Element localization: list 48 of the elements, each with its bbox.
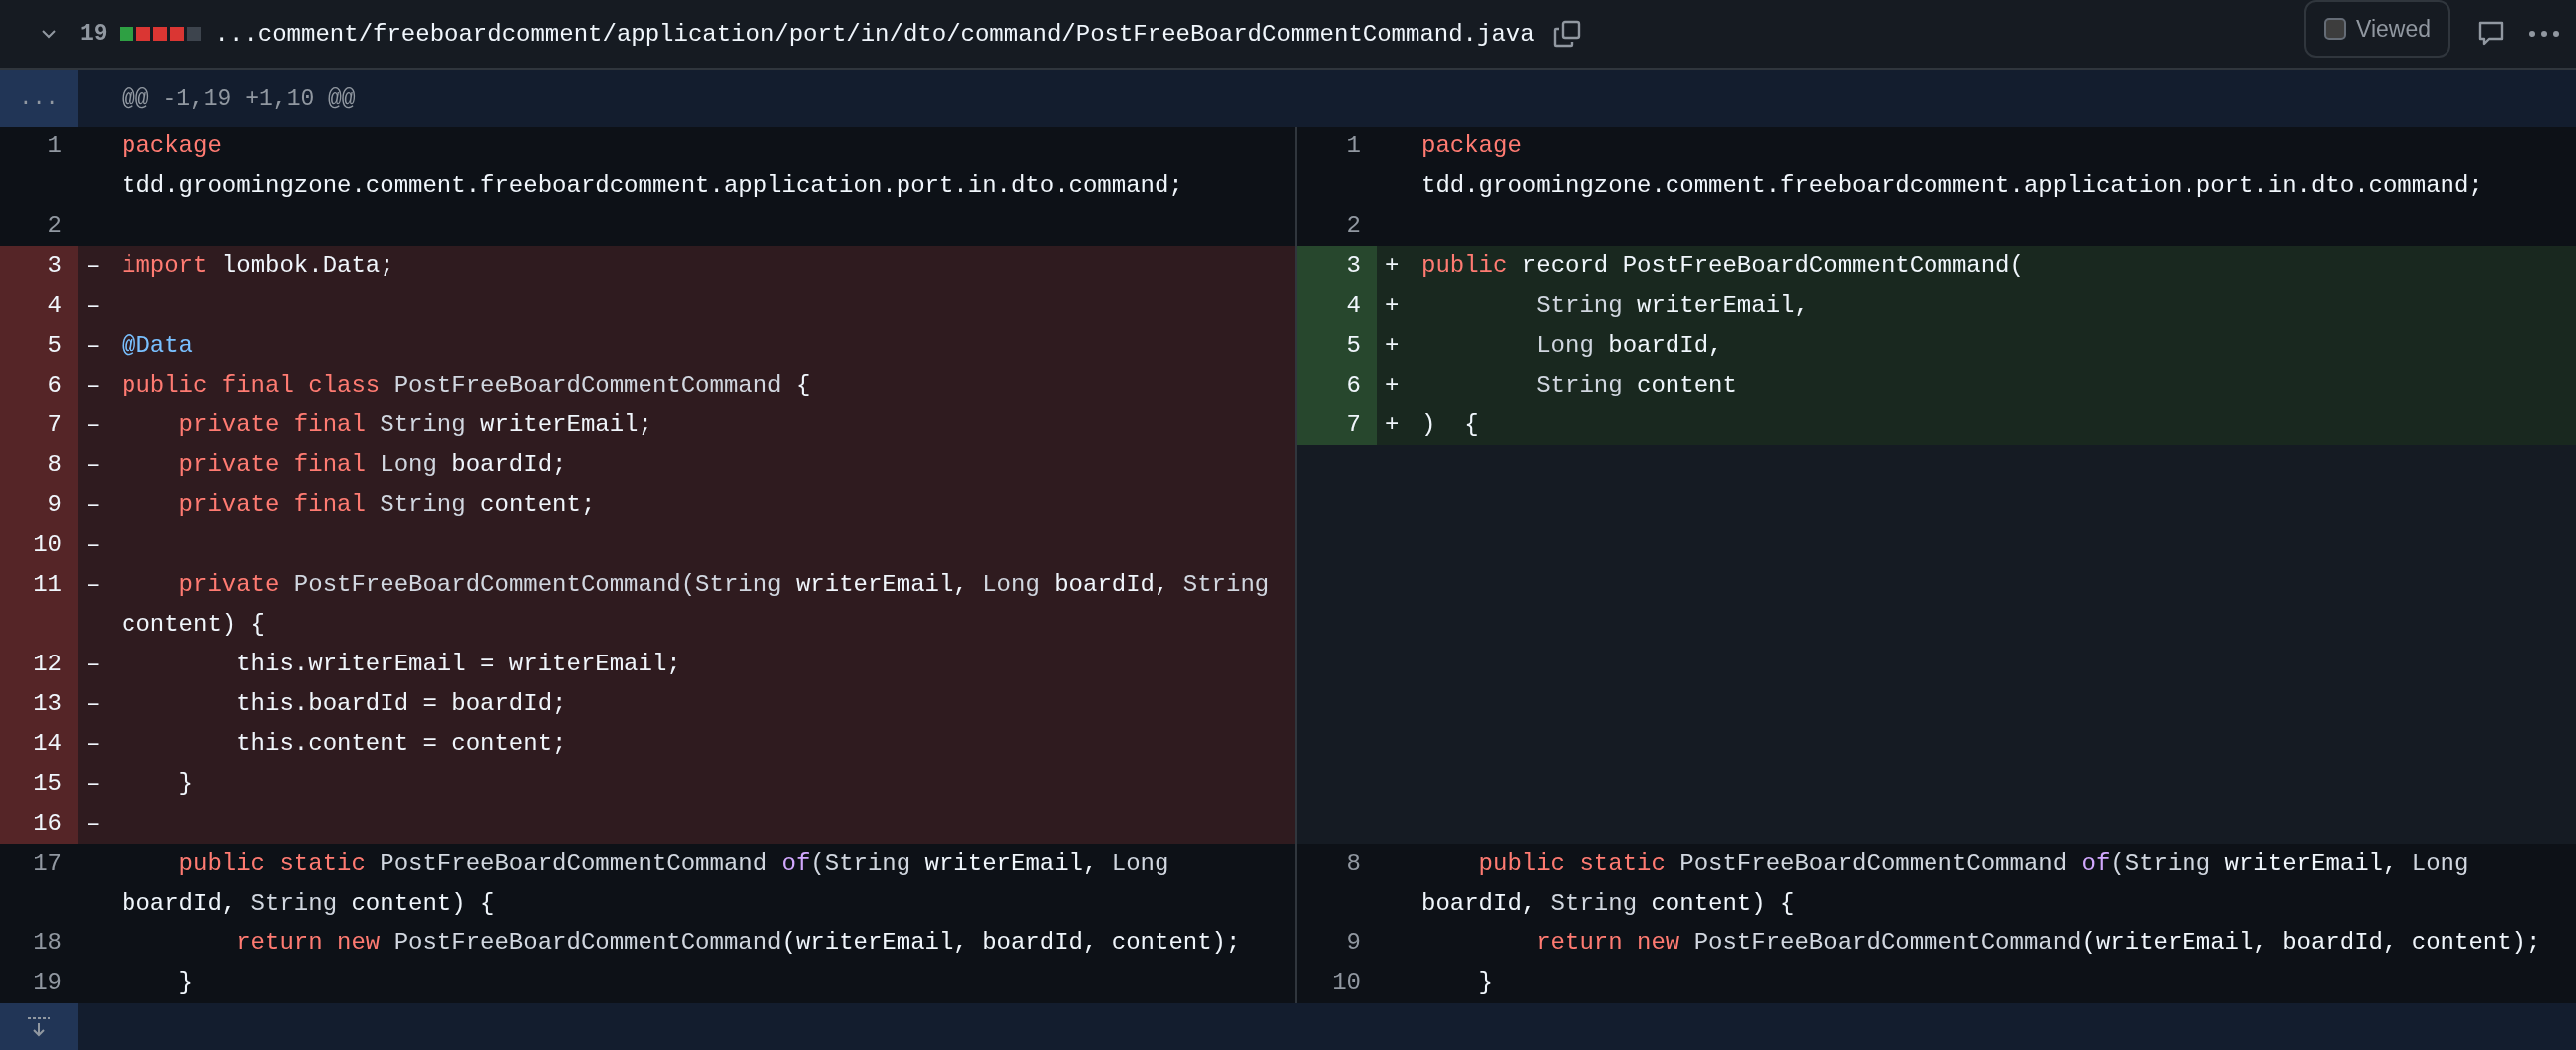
line-number: 5	[1297, 326, 1377, 366]
change-count: 19	[80, 21, 108, 47]
line-number: 3	[0, 246, 78, 286]
diff-marker: –	[86, 252, 101, 279]
expand-down-button[interactable]	[0, 1003, 78, 1050]
diff-marker: –	[86, 571, 101, 598]
line-number: 4	[1297, 286, 1377, 326]
diff-marker: –	[86, 770, 101, 797]
line-number: 14	[0, 724, 78, 764]
hunk-header: @@ -1,19 +1,10 @@	[122, 85, 356, 112]
diff-marker: +	[1385, 411, 1400, 438]
line-number: 8	[0, 445, 78, 485]
line-number: 11	[0, 565, 78, 645]
diff-marker: –	[86, 531, 101, 558]
diff-marker: +	[1385, 252, 1400, 279]
expand-button[interactable]: ...	[0, 70, 78, 127]
line-number: 6	[1297, 366, 1377, 405]
line-number: 12	[0, 645, 78, 684]
line-number: 5	[0, 326, 78, 366]
more-options-icon[interactable]	[2528, 29, 2560, 39]
diff-marker: –	[86, 332, 101, 359]
line-number: 15	[0, 764, 78, 804]
checkbox[interactable]	[2323, 18, 2346, 40]
expand-down-icon	[26, 1014, 52, 1039]
diff-marker: –	[86, 690, 101, 717]
diff-marker: +	[1385, 292, 1400, 319]
line-number: 6	[0, 366, 78, 405]
line-number: 7	[0, 405, 78, 445]
diff-marker: +	[1385, 372, 1400, 398]
diff-marker: –	[86, 372, 101, 398]
diff-marker: –	[86, 292, 101, 319]
diff-marker: –	[86, 651, 101, 677]
diff-marker: –	[86, 491, 101, 518]
diff-marker: –	[86, 730, 101, 757]
diff-marker: +	[1385, 332, 1400, 359]
file-path: ...comment/freeboardcomment/application/port/in/dto/command/PostFreeBoardCommentCommand.java	[214, 20, 1535, 48]
line-number: 13	[0, 684, 78, 724]
viewed-checkbox[interactable]: Viewed	[2303, 0, 2450, 58]
diff-marker: –	[86, 451, 101, 478]
line-number: 3	[1297, 246, 1377, 286]
diff-marker: –	[86, 411, 101, 438]
line-number: 10	[0, 525, 78, 565]
line-number: 9	[0, 485, 78, 525]
line-number: 16	[0, 804, 78, 844]
line-number: 4	[0, 286, 78, 326]
copy-icon[interactable]	[1552, 20, 1581, 48]
diff-marker: –	[86, 810, 101, 837]
line-number: 7	[1297, 405, 1377, 445]
